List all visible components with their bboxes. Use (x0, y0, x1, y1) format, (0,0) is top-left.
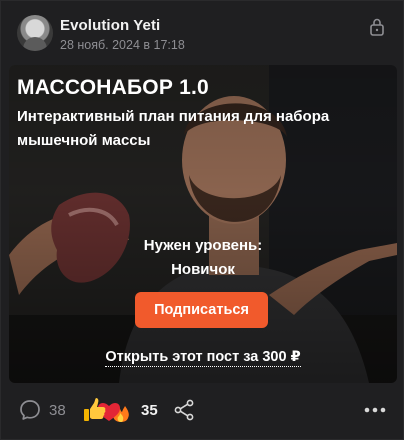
post-media: МАССОНАБОР 1.0 Интерактивный план питани… (9, 65, 397, 383)
unlock-post-link[interactable]: Открыть этот пост за 300 ₽ (9, 349, 397, 367)
lock-icon (370, 18, 384, 36)
author-name[interactable]: Evolution Yeti (60, 17, 160, 34)
more-options-icon[interactable] (363, 406, 387, 414)
post-footer: 38 35 (1, 391, 404, 431)
post-header: Evolution Yeti 28 нояб. 2024 в 17:18 (1, 1, 404, 61)
subscribe-button[interactable]: Подписаться (135, 292, 268, 328)
thumbs-up-icon (84, 398, 106, 421)
required-level-label: Нужен уровень: (143, 237, 263, 254)
share-icon[interactable] (173, 399, 195, 421)
unlock-post-label[interactable]: Открыть этот пост за 300 ₽ (105, 349, 301, 367)
comment-icon[interactable] (19, 399, 41, 421)
required-level-value: Новичок (171, 261, 235, 278)
post-title: МАССОНАБОР 1.0 (17, 76, 209, 99)
post-date: 28 нояб. 2024 в 17:18 (60, 38, 185, 52)
reactions-group[interactable] (83, 395, 133, 425)
author-avatar[interactable] (17, 15, 53, 51)
comments-count[interactable]: 38 (49, 402, 66, 419)
post-subtitle: Интерактивный план питания для набора мы… (17, 108, 330, 149)
reactions-count[interactable]: 35 (141, 402, 158, 419)
post-card: Evolution Yeti 28 нояб. 2024 в 17:18 МАС… (0, 0, 404, 440)
